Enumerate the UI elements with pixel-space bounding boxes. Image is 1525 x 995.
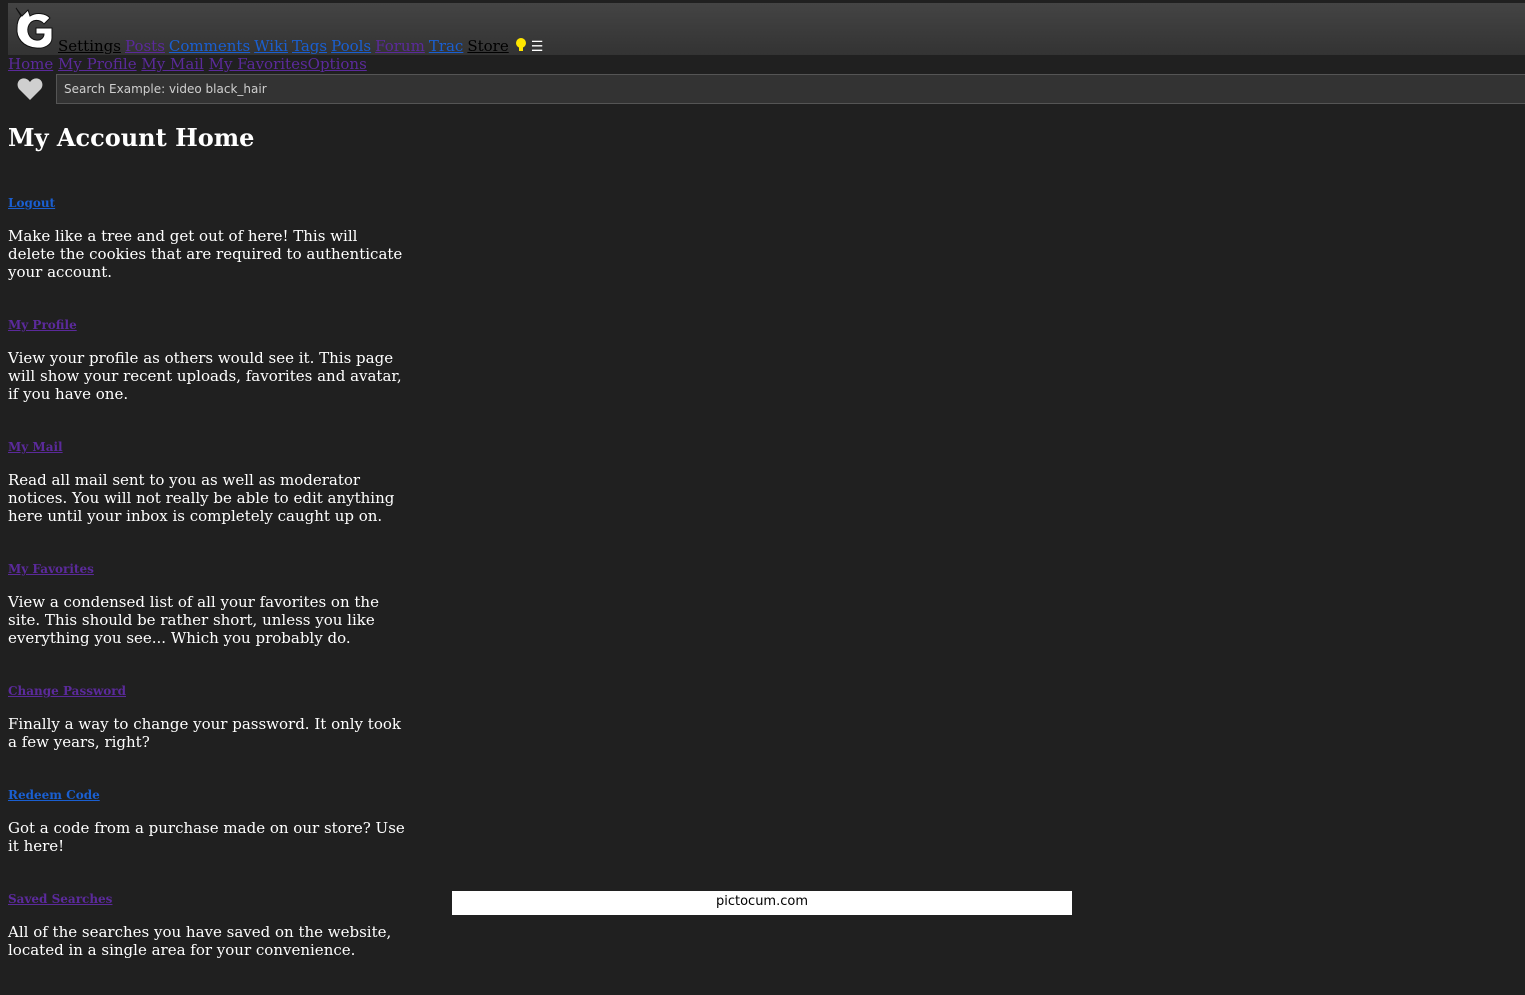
my-favorites-link[interactable]: My Favorites (8, 561, 408, 577)
subnav-my-mail[interactable]: My Mail (141, 55, 204, 73)
redeem-code-link[interactable]: Redeem Code (8, 787, 408, 803)
section-redeem-code: Redeem Code Got a code from a purchase m… (8, 787, 408, 855)
watermark-bar: pictocum.com (452, 891, 1072, 915)
my-mail-link[interactable]: My Mail (8, 439, 408, 455)
saved-searches-description: All of the searches you have saved on th… (8, 923, 392, 959)
nav-store[interactable]: Store (467, 37, 508, 55)
hamburger-menu-icon[interactable]: ☰ (531, 39, 544, 55)
watermark-text: pictocum.com (715, 894, 808, 909)
subnav-my-favorites[interactable]: My Favorites (209, 55, 308, 73)
section-saved-searches: Saved Searches All of the searches you h… (8, 891, 408, 959)
saved-searches-link[interactable]: Saved Searches (8, 891, 408, 907)
redeem-code-description: Got a code from a purchase made on our s… (8, 819, 405, 855)
section-logout: Logout Make like a tree and get out of h… (8, 195, 408, 281)
logout-description: Make like a tree and get out of here! Th… (8, 227, 403, 281)
page-title: My Account Home (8, 123, 255, 152)
account-subnav: Home My Profile My Mail My FavoritesOpti… (8, 55, 367, 73)
change-password-description: Finally a way to change your password. I… (8, 715, 401, 751)
my-favorites-description: View a condensed list of all your favori… (8, 593, 379, 647)
nav-trac[interactable]: Trac (429, 37, 464, 55)
g-logo-icon[interactable] (10, 4, 56, 50)
logout-link[interactable]: Logout (8, 195, 408, 211)
lightbulb-icon[interactable] (515, 38, 526, 52)
nav-pools[interactable]: Pools (331, 37, 371, 55)
my-profile-link[interactable]: My Profile (8, 317, 408, 333)
nav-posts[interactable]: Posts (125, 37, 165, 55)
subnav-my-profile[interactable]: My Profile (58, 55, 137, 73)
section-my-mail: My Mail Read all mail sent to you as wel… (8, 439, 408, 525)
my-profile-description: View your profile as others would see it… (8, 349, 402, 403)
main-navigation: Settings Posts Comments Wiki Tags Pools Forum T… (58, 36, 543, 57)
top-header: Settings Posts Comments Wiki Tags Pools Forum T… (8, 3, 1525, 55)
nav-tags[interactable]: Tags (292, 37, 327, 55)
main-content: My Account Home Logout Make like a tree … (8, 123, 408, 995)
heart-icon[interactable] (17, 77, 43, 101)
change-password-link[interactable]: Change Password (8, 683, 408, 699)
subnav-options[interactable]: Options (308, 55, 367, 73)
nav-settings[interactable]: Settings (58, 37, 121, 55)
nav-comments[interactable]: Comments (169, 37, 250, 55)
nav-forum[interactable]: Forum (375, 37, 425, 55)
search-input[interactable] (56, 74, 1525, 104)
section-change-password: Change Password Finally a way to change … (8, 683, 408, 751)
my-mail-description: Read all mail sent to you as well as mod… (8, 471, 395, 525)
nav-wiki[interactable]: Wiki (254, 37, 288, 55)
section-my-favorites: My Favorites View a condensed list of al… (8, 561, 408, 647)
subnav-home[interactable]: Home (8, 55, 53, 73)
section-my-profile: My Profile View your profile as others w… (8, 317, 408, 403)
